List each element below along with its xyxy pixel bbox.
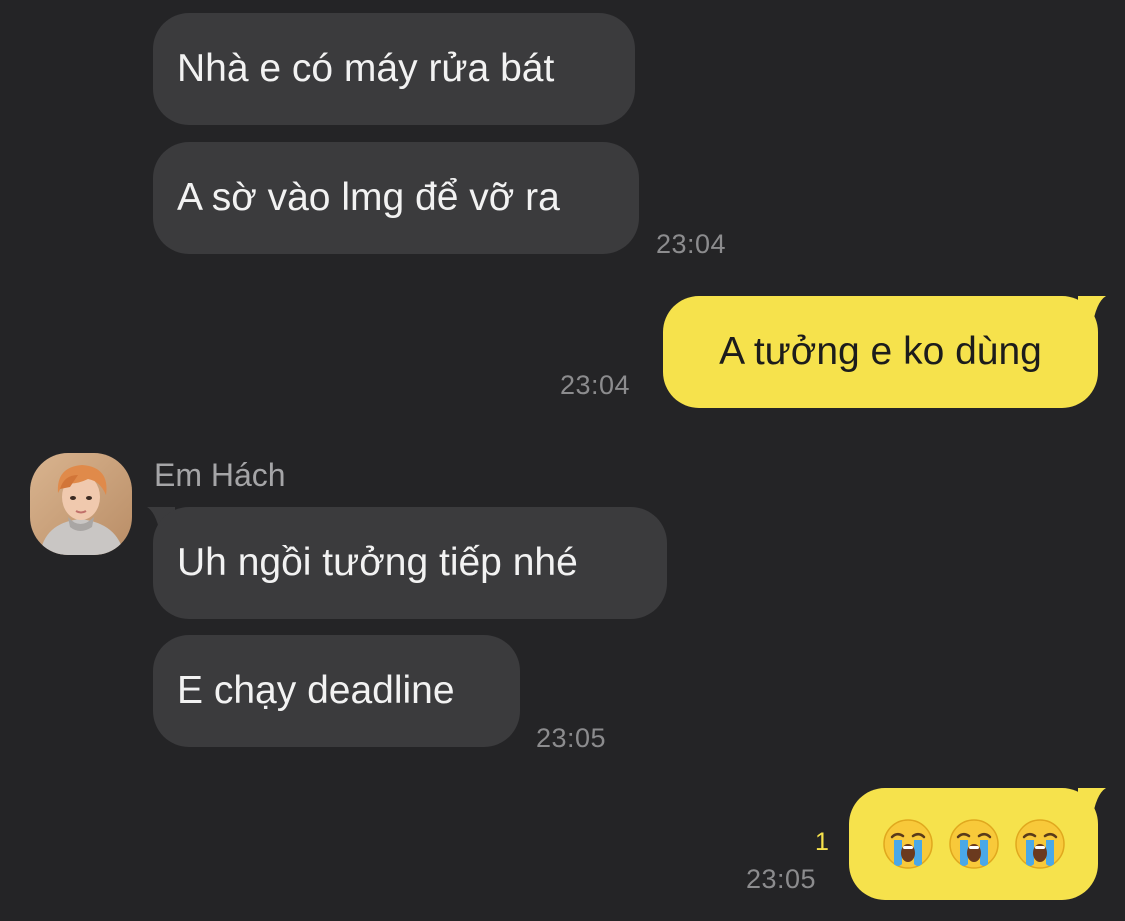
message-text: Nhà e có máy rửa bát [177,47,555,90]
message-text: A sờ vào lmg để vỡ ra [177,176,560,219]
loudly-crying-face-icon [948,819,999,869]
avatar-image [30,453,132,555]
message-bubble-incoming[interactable]: Uh ngồi tưởng tiếp nhé [153,507,667,619]
message-timestamp: 23:04 [656,229,727,259]
message-text: E chạy deadline [177,669,455,712]
message-bubble-outgoing[interactable] [849,788,1098,900]
message-timestamp: 23:05 [536,723,607,753]
message-bubble-incoming[interactable]: A sờ vào lmg để vỡ ra [153,142,639,254]
message-bubble-incoming[interactable]: E chạy deadline [153,635,520,747]
message-text: A tưởng e ko dùng [719,330,1042,373]
message-text: Uh ngồi tưởng tiếp nhé [177,541,578,584]
bubble-tail-outgoing [1078,788,1106,820]
message-timestamp: 23:05 [746,864,817,894]
loudly-crying-face-icon [1014,819,1065,869]
emoji-row [882,788,1066,900]
message-timestamp: 23:04 [560,370,631,400]
message-bubble-outgoing[interactable]: A tưởng e ko dùng [663,296,1098,408]
message-bubble-incoming[interactable]: Nhà e có máy rửa bát [153,13,635,125]
bubble-tail-outgoing [1078,296,1106,328]
unread-count: 1 [815,828,829,856]
avatar[interactable] [30,453,132,555]
loudly-crying-face-icon [882,819,933,869]
sender-name: Em Hách [154,457,286,493]
